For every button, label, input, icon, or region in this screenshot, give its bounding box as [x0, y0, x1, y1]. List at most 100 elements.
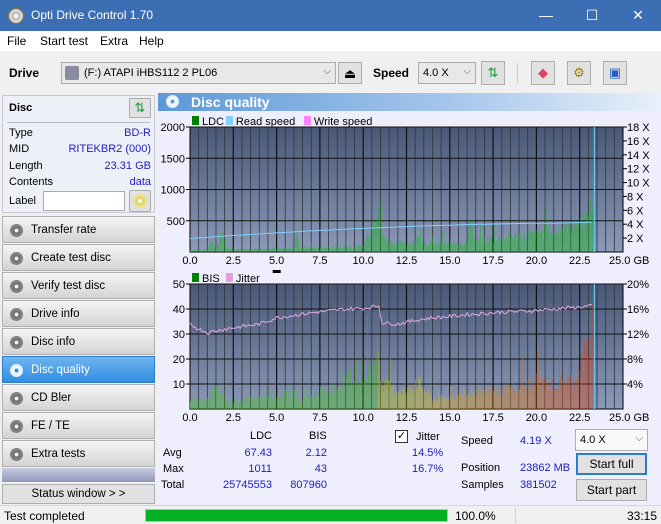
nav-label: Drive info — [31, 308, 80, 320]
menu-file[interactable]: File — [7, 34, 26, 48]
gear-icon: ⚙ — [573, 65, 585, 80]
x-tick-label: 12.5 — [396, 255, 417, 267]
save-button[interactable]: ▣ — [603, 61, 627, 85]
nav-transfer-rate[interactable]: Transfer rate — [2, 216, 155, 243]
avg-bis: 2.12 — [305, 447, 327, 459]
erase-button[interactable]: ◆ — [531, 61, 555, 85]
elapsed-time: 33:15 — [627, 509, 658, 523]
y-tick-label: 10 — [173, 379, 185, 391]
max-bis: 43 — [314, 463, 327, 475]
chevron-down-icon: ⌵ — [323, 66, 331, 77]
x-tick-label: 25.0 GB — [609, 412, 649, 424]
title-bar: Opti Drive Control 1.70 — ☐ ✕ — [0, 0, 661, 31]
x-tick-label: 20.0 — [526, 255, 547, 267]
legend-swatch — [303, 116, 311, 125]
legend-label: LDC — [202, 116, 224, 128]
row-max-label: Max — [163, 463, 184, 475]
nav-disc-quality[interactable]: Disc quality — [2, 356, 155, 383]
panel-title: Disc quality — [191, 94, 270, 110]
total-bis: 807960 — [290, 479, 327, 491]
nav-extra-tests[interactable]: Extra tests — [2, 440, 155, 467]
nav-label: Disc quality — [31, 364, 90, 376]
jitter-checkbox[interactable]: ✓ — [395, 430, 408, 443]
y-tick-label: 20 — [173, 354, 185, 366]
nav-verify-test-disc[interactable]: Verify test disc — [2, 272, 155, 299]
legend-label: BIS — [202, 273, 220, 285]
speed-label: Speed — [373, 66, 410, 80]
nav-spacer — [2, 468, 155, 482]
max-jitter: 16.7% — [412, 463, 444, 475]
sidebar: Disc ⇅ Type BD-R MID RITEKBR2 (000) Length… — [0, 93, 157, 505]
maximize-button[interactable]: ☐ — [569, 0, 615, 31]
disc-refresh-button[interactable]: ⇅ — [129, 98, 151, 118]
row-avg-label: Avg — [163, 447, 182, 459]
col-bis: BIS — [309, 430, 327, 442]
y2-tick-label: 2 X — [627, 233, 644, 245]
save-icon: ▣ — [608, 65, 622, 80]
avg-ldc: 67.43 — [244, 447, 272, 459]
x-tick-label: 17.5 — [482, 255, 503, 267]
start-full-button[interactable]: Start full — [576, 453, 647, 475]
x-tick-label: 5.0 — [269, 255, 284, 267]
eject-button[interactable]: ⏏ — [338, 62, 362, 84]
refresh-button[interactable]: ⇅ — [481, 61, 505, 85]
progress-text: 100.0% — [455, 509, 496, 523]
disc-icon — [10, 392, 23, 405]
legend-label: Write speed — [314, 116, 373, 128]
samples-value: 381502 — [520, 479, 557, 491]
legend-swatch — [192, 273, 199, 282]
eraser-icon: ◆ — [538, 65, 548, 80]
y-tick-label: 50 — [173, 279, 185, 291]
legend-swatch — [192, 116, 199, 125]
status-window-button[interactable]: Status window > > — [2, 484, 155, 504]
y-tick-label: 1000 — [161, 185, 185, 197]
nav-label: Extra tests — [31, 448, 86, 460]
legend-marker — [272, 270, 281, 273]
label-field-label: Label — [9, 195, 36, 207]
nav-cd-bler[interactable]: CD Bler — [2, 384, 155, 411]
y2-tick-label: 12% — [627, 329, 649, 341]
menu-extra[interactable]: Extra — [100, 34, 128, 48]
x-tick-label: 10.0 — [352, 255, 373, 267]
speed-value: 4.0 X — [423, 67, 449, 79]
toolbar: Drive (F:) ATAPI iHBS112 2 PL06 ⌵ ⏏ Spee… — [0, 51, 661, 93]
x-tick-label: 10.0 — [352, 412, 373, 424]
nav-label: Disc info — [31, 336, 76, 348]
y2-tick-label: 12 X — [627, 164, 650, 176]
minimize-button[interactable]: — — [523, 0, 569, 31]
legend-swatch — [225, 273, 233, 282]
x-tick-label: 5.0 — [269, 412, 284, 424]
disc-icon — [10, 420, 23, 433]
nav-disc-info[interactable]: Disc info — [2, 328, 155, 355]
disc-info-panel: Disc ⇅ Type BD-R MID RITEKBR2 (000) Length… — [2, 95, 155, 213]
chevron-down-icon: ⌵ — [635, 433, 643, 444]
status-separator — [515, 508, 516, 523]
x-tick-label: 7.5 — [312, 255, 327, 267]
x-tick-label: 2.5 — [226, 412, 241, 424]
y2-tick-label: 8% — [627, 354, 643, 366]
settings-button[interactable]: ⚙ — [567, 61, 591, 85]
chevron-down-icon: ⌵ — [463, 66, 471, 77]
nav-create-test-disc[interactable]: Create test disc — [2, 244, 155, 271]
disc-quality-icon — [166, 95, 179, 108]
close-button[interactable]: ✕ — [615, 0, 661, 31]
x-tick-label: 7.5 — [312, 412, 327, 424]
label-input[interactable] — [43, 191, 125, 211]
start-part-button[interactable]: Start part — [576, 479, 647, 501]
y2-tick-label: 10 X — [627, 178, 650, 190]
x-tick-label: 15.0 — [439, 255, 460, 267]
jitter-label: Jitter — [416, 431, 440, 443]
nav-fe-te[interactable]: FE / TE — [2, 412, 155, 439]
legend-label: Jitter — [236, 273, 260, 285]
menu-start-test[interactable]: Start test — [40, 34, 88, 48]
y2-tick-label: 4% — [627, 379, 643, 391]
test-speed-select[interactable]: 4.0 X ⌵ — [575, 429, 648, 451]
nav-drive-info[interactable]: Drive info — [2, 300, 155, 327]
speed-select[interactable]: 4.0 X ⌵ — [418, 62, 476, 84]
disc-label-button[interactable] — [129, 190, 151, 212]
drive-select[interactable]: (F:) ATAPI iHBS112 2 PL06 ⌵ — [61, 62, 336, 84]
nav-label: FE / TE — [31, 420, 70, 432]
menu-help[interactable]: Help — [139, 34, 164, 48]
x-tick-label: 25.0 GB — [609, 255, 649, 267]
disc-icon — [10, 224, 23, 237]
